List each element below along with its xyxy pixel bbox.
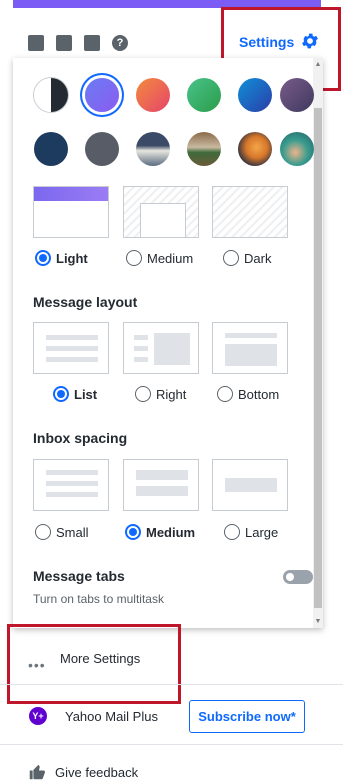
calendar-icon[interactable]	[56, 35, 72, 51]
layout-card-list[interactable]	[33, 322, 109, 374]
field-photo[interactable]	[187, 132, 221, 166]
scrollbar-thumb[interactable]	[314, 108, 322, 608]
mountain-photo[interactable]	[136, 132, 170, 166]
theme-swatch-blue[interactable]	[238, 78, 272, 112]
settings-panel: ▲ ▼ Light Medium Dark Message layout Lis…	[13, 58, 323, 628]
theme-swatch-gray[interactable]	[85, 132, 119, 166]
theme-swatch-navy[interactable]	[34, 132, 68, 166]
divider	[0, 744, 343, 745]
contacts-icon[interactable]	[28, 35, 44, 51]
give-feedback-link[interactable]: Give feedback	[55, 765, 138, 780]
spacing-card-small[interactable]	[33, 459, 109, 511]
message-tabs-toggle[interactable]	[283, 570, 313, 584]
label-large: Large	[245, 525, 279, 540]
brightness-card-dark[interactable]	[212, 186, 288, 238]
label-small: Small	[56, 525, 89, 540]
label-bottom: Bottom	[238, 387, 280, 402]
theme-swatch-plum[interactable]	[280, 78, 314, 112]
scroll-up-icon[interactable]: ▲	[314, 61, 322, 68]
radio-right[interactable]	[135, 386, 151, 402]
spacing-card-medium[interactable]	[123, 459, 199, 511]
divider	[0, 684, 343, 685]
theme-swatch-purple[interactable]	[85, 78, 119, 112]
label-dark: Dark	[244, 251, 272, 266]
layout-card-right[interactable]	[123, 322, 199, 374]
highlight-more-settings	[7, 624, 181, 704]
beach-photo[interactable]	[280, 132, 314, 166]
theme-swatch-coral[interactable]	[136, 78, 170, 112]
label-light: Light	[56, 251, 88, 266]
radio-bottom[interactable]	[217, 386, 233, 402]
radio-dark[interactable]	[223, 250, 239, 266]
theme-swatch-green[interactable]	[187, 78, 221, 112]
label-right: Right	[156, 387, 187, 402]
autumn-photo[interactable]	[238, 132, 272, 166]
message-tabs-subtitle: Turn on tabs to multitask	[33, 592, 164, 606]
subscribe-button[interactable]: Subscribe now*	[189, 700, 305, 733]
yahoo-plus-logo: Y+	[29, 707, 47, 725]
label-spacing-medium: Medium	[146, 525, 196, 540]
label-medium: Medium	[147, 251, 194, 266]
radio-spacing-medium[interactable]	[125, 524, 141, 540]
message-tabs-title: Message tabs	[33, 568, 125, 584]
thumbs-up-icon	[29, 764, 45, 780]
scrollbar[interactable]: ▲ ▼	[313, 58, 323, 628]
brightness-card-medium[interactable]	[123, 186, 199, 238]
radio-large[interactable]	[224, 524, 240, 540]
brightness-card-light[interactable]	[33, 186, 109, 238]
label-list: List	[74, 387, 98, 402]
help-icon[interactable]: ?	[112, 35, 128, 51]
radio-medium[interactable]	[126, 250, 142, 266]
radio-small[interactable]	[35, 524, 51, 540]
message-layout-title: Message layout	[33, 294, 138, 310]
inbox-spacing-title: Inbox spacing	[33, 430, 128, 446]
layout-card-bottom[interactable]	[212, 322, 288, 374]
scroll-down-icon[interactable]: ▼	[314, 618, 322, 625]
spacing-card-large[interactable]	[212, 459, 288, 511]
theme-swatch-dark[interactable]	[34, 78, 68, 112]
mail-plus-label: Yahoo Mail Plus	[65, 709, 158, 724]
radio-list[interactable]	[53, 386, 69, 402]
notepad-icon[interactable]	[84, 35, 100, 51]
radio-light[interactable]	[35, 250, 51, 266]
